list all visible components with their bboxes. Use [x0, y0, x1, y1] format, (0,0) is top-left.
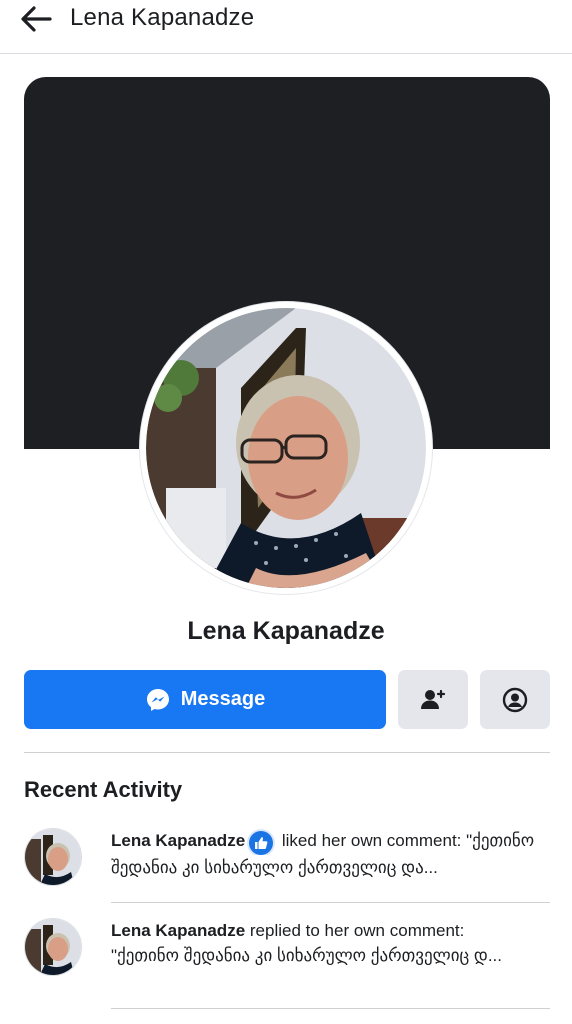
divider — [24, 752, 550, 753]
activity-text: Lena Kapanadze replied to her own commen… — [111, 918, 551, 968]
recent-activity-title: Recent Activity — [24, 777, 183, 802]
avatar-thumbnail — [25, 919, 81, 975]
profile-avatar[interactable] — [140, 302, 432, 594]
activity-avatar[interactable] — [24, 828, 82, 886]
activity-line-1: Lena Kapanadze liked her own comment: "ქ… — [111, 828, 551, 855]
activity-actor[interactable]: Lena Kapanadze — [111, 921, 245, 940]
activity-actor[interactable]: Lena Kapanadze — [111, 831, 245, 850]
activity-text: Lena Kapanadze liked her own comment: "ქ… — [111, 828, 551, 880]
divider — [111, 1008, 550, 1009]
activity-avatar[interactable] — [24, 918, 82, 976]
message-button[interactable]: Message — [24, 670, 386, 729]
top-bar: Lena Kapanadze — [0, 0, 572, 54]
divider — [111, 902, 550, 903]
profile-actions: Message — [24, 670, 550, 729]
activity-comment-excerpt: "ქეთინო შედანია კი სიხარულო ქართველიც დ.… — [111, 946, 502, 965]
messenger-icon — [146, 688, 169, 711]
like-thumb-icon — [249, 831, 274, 855]
activity-comment-excerpt: შედანია კი სიხარულო ქართველიც და... — [111, 858, 438, 877]
activity-description: replied to her own comment: — [245, 921, 465, 940]
activity-item[interactable]: Lena Kapanadze replied to her own commen… — [24, 918, 550, 1004]
message-button-label: Message — [180, 688, 266, 710]
avatar-thumbnail — [25, 829, 81, 885]
profile-button[interactable] — [480, 670, 550, 729]
activity-line-1: Lena Kapanadze replied to her own commen… — [111, 918, 551, 943]
arrow-left-icon — [21, 6, 52, 32]
add-friend-icon — [421, 689, 446, 709]
back-button[interactable] — [14, 0, 58, 38]
activity-description: liked her own comment: "ქეთინო — [277, 831, 535, 850]
add-friend-button[interactable] — [398, 670, 468, 729]
avatar-photo — [146, 308, 426, 588]
page-title: Lena Kapanadze — [70, 4, 255, 31]
user-circle-icon — [502, 687, 528, 712]
profile-name: Lena Kapanadze — [187, 617, 385, 645]
